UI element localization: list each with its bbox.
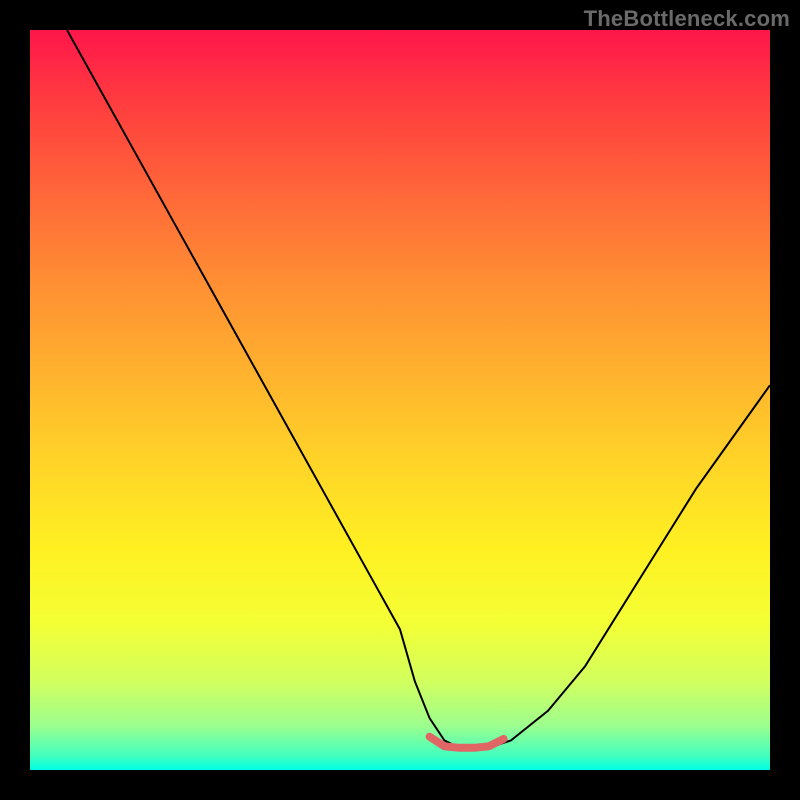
- watermark-text: TheBottleneck.com: [584, 6, 790, 32]
- plot-area: [30, 30, 770, 770]
- chart-container: TheBottleneck.com: [0, 0, 800, 800]
- curve-layer: [30, 30, 770, 770]
- v-curve: [67, 30, 770, 748]
- flat-region-marker: [430, 737, 504, 748]
